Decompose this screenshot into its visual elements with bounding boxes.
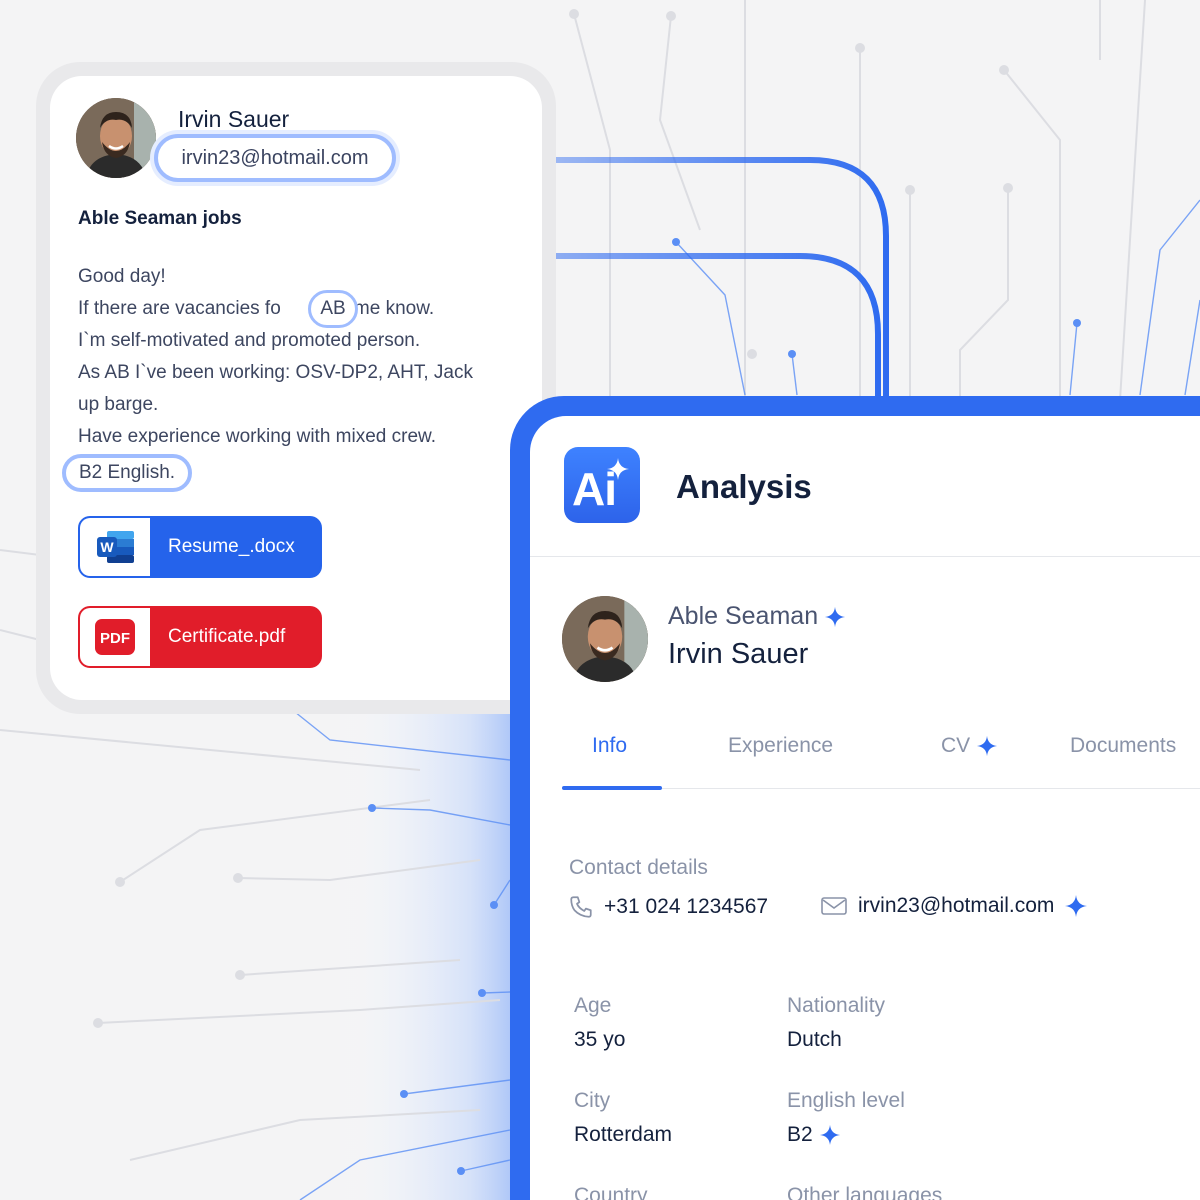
ab-highlight: AB [308, 290, 358, 328]
resume-filename: Resume_.docx [168, 536, 295, 557]
phone-icon [570, 896, 592, 918]
age-label: Age [574, 994, 612, 1017]
ai-sparkle-icon [819, 1124, 840, 1146]
ai-logo: Ai [564, 447, 640, 523]
sender-name: Irvin Sauer [178, 106, 290, 132]
active-tab-indicator [562, 786, 662, 790]
tab-documents-label: Documents [1070, 734, 1177, 757]
city-label: City [574, 1089, 611, 1112]
tab-experience-label: Experience [728, 734, 834, 757]
tab-info-label: Info [592, 734, 628, 757]
certificate-attachment[interactable]: PDF Certificate.pdf [78, 606, 322, 668]
resume-attachment[interactable]: W Resume_.docx [78, 516, 322, 578]
candidate-name: Irvin Sauer [668, 638, 809, 670]
english-level: B2 [787, 1123, 841, 1147]
svg-text:PDF: PDF [100, 630, 130, 647]
city-value: Rotterdam [574, 1123, 673, 1146]
nationality-label: Nationality [787, 994, 886, 1017]
other-languages-label: Other languages [787, 1184, 943, 1200]
candidate-role: Able Seaman [668, 602, 846, 631]
analysis-title: Analysis [676, 468, 812, 505]
tab-experience[interactable]: Experience [728, 734, 833, 758]
sender-email-text: irvin23@hotmail.com [181, 147, 369, 169]
sender-avatar [76, 98, 156, 178]
email-card: Irvin Sauer irvin23@hotmail.com Able Sea… [50, 76, 542, 700]
candidate-avatar [562, 596, 648, 682]
age-value: 35 yo [574, 1028, 626, 1051]
english-level-value: B2 [787, 1123, 813, 1146]
analysis-panel: Ai Analysis Able Seaman Irvin Sauer Info… [530, 416, 1200, 1200]
ai-sparkle-icon [977, 735, 998, 757]
country-label: Country [574, 1184, 648, 1200]
contact-email[interactable]: irvin23@hotmail.com [820, 894, 1088, 918]
pdf-icon: PDF [80, 608, 150, 666]
english-highlight: B2 English. [62, 454, 192, 492]
word-icon: W [80, 518, 150, 576]
header-divider [530, 556, 1200, 557]
tab-documents[interactable]: Documents [1070, 734, 1176, 758]
email-body-greeting: Good day! [78, 266, 166, 287]
mail-icon [821, 897, 847, 915]
tab-cv-label: CV [941, 734, 971, 757]
candidate-role-text: Able Seaman [668, 602, 819, 630]
sender-email-highlight: irvin23@hotmail.com [154, 134, 396, 182]
ai-sparkle-icon [825, 606, 846, 627]
email-body-line-4: As AB I`ve been working: OSV-DP2, AHT, J… [78, 362, 473, 383]
email-body-line-6: Have experience working with mixed crew. [78, 426, 436, 447]
phone-number: +31 024 1234567 [604, 895, 769, 918]
tab-info[interactable]: Info [592, 734, 627, 758]
contact-details-label: Contact details [569, 856, 708, 879]
email-body-line-2: If there are vacancies fo et me know. [78, 298, 434, 320]
ai-sparkle-icon [607, 458, 629, 480]
nationality-value: Dutch [787, 1028, 842, 1051]
contact-phone[interactable]: +31 024 1234567 [568, 894, 768, 920]
line2-before: If there are vacancies fo [78, 298, 281, 319]
email-body-line-3: I`m self-motivated and promoted person. [78, 330, 421, 351]
svg-text:W: W [100, 539, 114, 555]
tab-cv[interactable]: CV [941, 734, 998, 758]
email-subject: Able Seaman jobs [78, 208, 242, 229]
ai-sparkle-icon [1065, 895, 1088, 917]
certificate-filename: Certificate.pdf [168, 626, 286, 647]
email-address: irvin23@hotmail.com [858, 894, 1055, 917]
email-body-line-5: up barge. [78, 394, 159, 415]
english-level-label: English level [787, 1089, 905, 1112]
